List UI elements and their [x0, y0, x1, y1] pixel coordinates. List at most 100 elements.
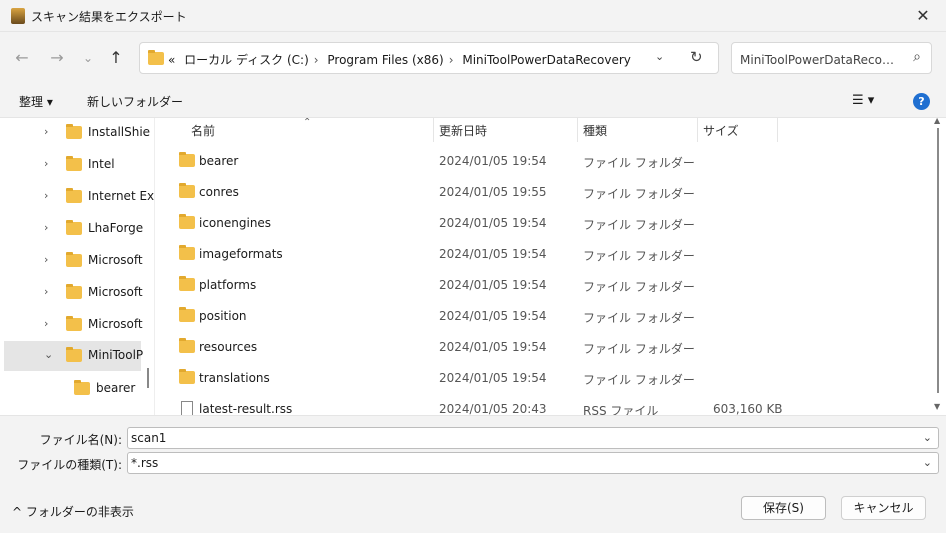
tree-item-label: MiniToolP	[88, 348, 144, 362]
tree-item[interactable]: › InstallShie	[0, 118, 150, 148]
tree-item[interactable]: bearer	[0, 374, 145, 404]
recent-locations-chevron-icon[interactable]: ⌄	[76, 48, 100, 68]
folder-icon	[148, 50, 164, 68]
command-toolbar: 整理 ▾ 新しいフォルダー ☰ ▾ ?	[0, 84, 946, 118]
cancel-button[interactable]: キャンセル	[841, 496, 926, 520]
breadcrumb-item-program-files[interactable]: Program Files (x86)	[327, 53, 443, 67]
folder-icon	[179, 307, 195, 325]
table-row[interactable]: translations 2024/01/05 19:54 ファイル フォルダー	[173, 363, 933, 394]
column-header-size[interactable]: サイズ	[697, 118, 777, 142]
address-bar[interactable]: « ローカル ディスク (C:) › Program Files (x86) › M…	[139, 42, 719, 74]
file-list: ⌃ 名前 更新日時 種類 サイズ bearer 2024/01/05 19:54…	[159, 118, 946, 415]
filetype-label: ファイルの種類(T):	[17, 458, 122, 472]
chevron-right-icon[interactable]: ›	[44, 317, 48, 330]
chevron-right-icon[interactable]: ›	[44, 221, 48, 234]
tree-item-label: Microsoft	[88, 253, 143, 267]
table-row[interactable]: position 2024/01/05 19:54 ファイル フォルダー	[173, 301, 933, 332]
tree-item[interactable]: › Microsoft	[0, 310, 145, 340]
app-icon	[11, 8, 25, 24]
folder-icon	[66, 124, 82, 142]
tree-item-label: bearer	[96, 381, 136, 395]
back-arrow-icon[interactable]: ←	[10, 48, 34, 68]
tree-item-label: Internet Ex	[88, 189, 155, 203]
table-row[interactable]: bearer 2024/01/05 19:54 ファイル フォルダー	[173, 146, 933, 177]
tree-item-label: Microsoft	[88, 285, 143, 299]
tree-item[interactable]: › Microsoft	[0, 278, 145, 308]
tree-item-selected[interactable]: ⌄ MiniToolP	[4, 341, 144, 371]
tree-item[interactable]: › Intel	[0, 150, 145, 180]
breadcrumb-item-local-disk[interactable]: ローカル ディスク (C:)	[184, 53, 309, 67]
close-icon[interactable]: ✕	[900, 0, 946, 32]
folder-icon	[66, 347, 82, 365]
filename-input[interactable]: scan1 ⌄	[127, 427, 939, 449]
navigation-bar: ← → ⌄ ↑ « ローカル ディスク (C:) › Program Files …	[0, 32, 946, 84]
column-header-name[interactable]: 名前	[183, 118, 433, 142]
breadcrumb: « ローカル ディスク (C:) › Program Files (x86) › M…	[168, 51, 636, 68]
new-folder-button[interactable]: 新しいフォルダー	[87, 93, 183, 110]
tree-scrollbar[interactable]	[147, 368, 149, 388]
chevron-down-icon[interactable]: ⌄	[655, 50, 664, 63]
title-bar: スキャン結果をエクスポート ✕	[0, 0, 946, 32]
window-title: スキャン結果をエクスポート	[31, 10, 187, 24]
scroll-down-icon[interactable]: ▼	[934, 402, 940, 411]
filename-label: ファイル名(N):	[39, 433, 122, 447]
chevron-right-icon[interactable]: ›	[44, 253, 48, 266]
table-row[interactable]: latest-result.rss 2024/01/05 20:43 RSS フ…	[173, 394, 933, 415]
chevron-down-icon[interactable]: ⌄	[923, 431, 932, 444]
folder-icon	[179, 276, 195, 294]
scroll-up-icon[interactable]: ▲	[934, 116, 940, 125]
tree-item-label: Microsoft	[88, 317, 143, 331]
tree-item-label: InstallShie	[88, 125, 151, 139]
chevron-right-icon[interactable]: ›	[44, 189, 48, 202]
forward-arrow-icon[interactable]: →	[45, 48, 69, 68]
folder-icon	[66, 156, 82, 174]
up-arrow-icon[interactable]: ↑	[104, 48, 128, 68]
folder-icon	[66, 284, 82, 302]
tree-item[interactable]: › Internet Ex	[0, 182, 154, 212]
column-divider[interactable]	[777, 118, 778, 142]
chevron-down-icon[interactable]: ⌄	[44, 348, 53, 361]
breadcrumb-prefix[interactable]: «	[168, 53, 175, 67]
table-row[interactable]: imageformats 2024/01/05 19:54 ファイル フォルダー	[173, 239, 933, 270]
organize-button[interactable]: 整理 ▾	[19, 93, 53, 110]
file-list-scrollbar[interactable]: ▲ ▼	[934, 116, 944, 415]
folder-icon	[179, 214, 195, 232]
chevron-right-icon[interactable]: ›	[44, 125, 48, 138]
folder-icon	[179, 338, 195, 356]
scrollbar-thumb[interactable]	[937, 128, 939, 393]
view-options-icon[interactable]: ☰ ▾	[852, 93, 874, 108]
search-input[interactable]: MiniToolPowerDataRecoveryの検索 ⌕	[731, 42, 932, 74]
help-icon[interactable]: ?	[913, 93, 930, 110]
hide-folders-toggle[interactable]: ^ フォルダーの非表示	[12, 503, 134, 520]
tree-item-label: Intel	[88, 157, 115, 171]
breadcrumb-item-minitool[interactable]: MiniToolPowerDataRecovery	[462, 53, 631, 67]
table-row[interactable]: iconengines 2024/01/05 19:54 ファイル フォルダー	[173, 208, 933, 239]
chevron-right-icon[interactable]: ›	[44, 157, 48, 170]
tree-item[interactable]: › Microsoft	[0, 246, 145, 276]
search-icon[interactable]: ⌕	[913, 49, 921, 65]
folder-icon	[66, 252, 82, 270]
navigation-pane: › InstallShie › Intel › Internet Ex › Lh…	[0, 118, 155, 415]
folder-icon	[66, 188, 82, 206]
tree-item-label: LhaForge	[88, 221, 144, 235]
filetype-select[interactable]: *.rss ⌄	[127, 452, 939, 474]
folder-icon	[179, 245, 195, 263]
table-row[interactable]: resources 2024/01/05 19:54 ファイル フォルダー	[173, 332, 933, 363]
table-row[interactable]: conres 2024/01/05 19:55 ファイル フォルダー	[173, 177, 933, 208]
column-header-type[interactable]: 種類	[577, 118, 697, 142]
folder-icon	[179, 152, 195, 170]
file-icon	[181, 401, 193, 415]
save-form: ファイル名(N): scan1 ⌄ ファイルの種類(T): *.rss ⌄ ^ …	[0, 415, 946, 533]
filetype-value: *.rss	[131, 456, 159, 470]
tree-item[interactable]: › LhaForge	[0, 214, 145, 244]
folder-icon	[66, 220, 82, 238]
folder-icon	[66, 316, 82, 334]
chevron-right-icon[interactable]: ›	[44, 285, 48, 298]
chevron-right-icon: ›	[313, 53, 319, 67]
save-button[interactable]: 保存(S)	[741, 496, 826, 520]
refresh-icon[interactable]: ↻	[690, 48, 703, 66]
chevron-down-icon[interactable]: ⌄	[923, 456, 932, 469]
table-row[interactable]: platforms 2024/01/05 19:54 ファイル フォルダー	[173, 270, 933, 301]
folder-icon	[179, 183, 195, 201]
column-header-date[interactable]: 更新日時	[433, 118, 577, 142]
